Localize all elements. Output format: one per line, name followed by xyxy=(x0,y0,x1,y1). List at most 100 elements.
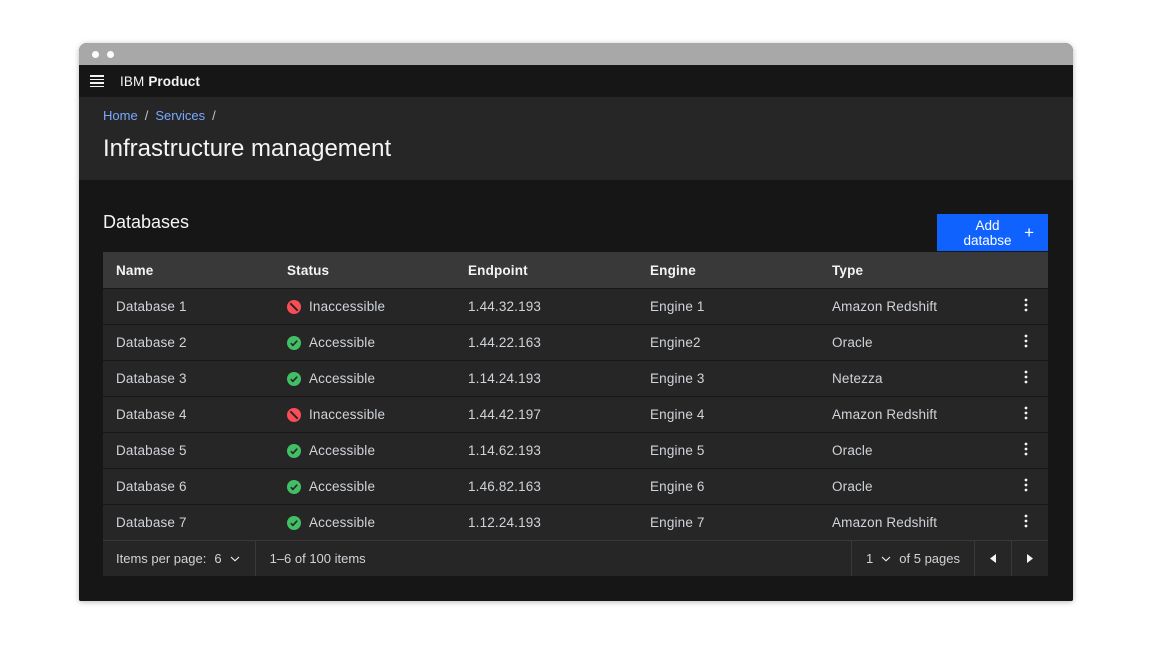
table-row: Database 1Inaccessible1.44.32.193Engine … xyxy=(103,288,1048,324)
cell-engine: Engine2 xyxy=(637,335,819,350)
databases-table: NameStatusEndpointEngineType Database 1I… xyxy=(103,252,1048,540)
section-title: Databases xyxy=(103,200,189,233)
page-number-value: 1 xyxy=(866,551,873,566)
status-label: Accessible xyxy=(309,479,375,494)
browser-window: IBMProduct Home/Services/ Infrastructure… xyxy=(79,43,1073,601)
pagination-spacer xyxy=(366,541,851,576)
window-control-dot xyxy=(92,51,99,58)
cell-name: Database 2 xyxy=(103,335,274,350)
cell-status: Accessible xyxy=(274,443,455,458)
table-row: Database 5Accessible1.14.62.193Engine 5O… xyxy=(103,432,1048,468)
overflow-menu-vertical-icon xyxy=(1024,514,1028,531)
row-overflow-menu-button[interactable] xyxy=(1012,509,1040,537)
overflow-menu-vertical-icon xyxy=(1024,478,1028,495)
section-header: Databases Add databse + xyxy=(103,180,1048,252)
column-header-endpoint: Endpoint xyxy=(455,263,637,278)
overflow-menu-vertical-icon xyxy=(1024,406,1028,423)
overflow-menu-vertical-icon xyxy=(1024,298,1028,315)
cell-endpoint: 1.44.22.163 xyxy=(455,335,637,350)
cell-status: Inaccessible xyxy=(274,407,455,422)
caret-right-icon xyxy=(1027,554,1033,563)
page-number-select[interactable]: 1 of 5 pages xyxy=(851,541,974,576)
cell-status: Inaccessible xyxy=(274,299,455,314)
items-per-page-select[interactable]: Items per page: 6 xyxy=(103,541,256,576)
cell-type: Amazon Redshift xyxy=(819,299,1004,314)
breadcrumb-link-services[interactable]: Services xyxy=(155,108,205,124)
chevron-down-icon xyxy=(230,556,240,562)
window-titlebar xyxy=(79,43,1073,65)
cell-endpoint: 1.14.24.193 xyxy=(455,371,637,386)
row-overflow-menu-button[interactable] xyxy=(1012,293,1040,321)
header-prefix: IBM xyxy=(120,74,144,89)
previous-page-button[interactable] xyxy=(974,541,1011,576)
checkmark-filled-icon xyxy=(287,480,301,494)
cell-type: Oracle xyxy=(819,335,1004,350)
table-header-row: NameStatusEndpointEngineType xyxy=(103,252,1048,288)
row-overflow-menu-button[interactable] xyxy=(1012,437,1040,465)
cell-engine: Engine 1 xyxy=(637,299,819,314)
column-header-engine: Engine xyxy=(637,263,819,278)
cell-name: Database 4 xyxy=(103,407,274,422)
table-row: Database 7 Accessible 1.12.24.193Engine 7A… xyxy=(103,504,1048,540)
overflow-menu-vertical-icon xyxy=(1024,442,1028,459)
overflow-menu-vertical-icon xyxy=(1024,334,1028,351)
checkmark-filled-icon xyxy=(287,516,301,530)
cell-status: Accessible xyxy=(274,479,455,494)
cell-engine: Engine 7 xyxy=(637,515,819,530)
status-label: Inaccessible xyxy=(309,299,385,314)
items-per-page-value: 6 xyxy=(214,551,221,566)
header-product: Product xyxy=(148,74,200,89)
window-control-dot xyxy=(107,51,114,58)
row-overflow-menu-button[interactable] xyxy=(1012,401,1040,429)
status-label: Accessible xyxy=(309,515,375,530)
column-header-name: Name xyxy=(103,263,274,278)
table-row: Database 6 Accessible 1.46.82.163Engine 6O… xyxy=(103,468,1048,504)
cell-endpoint: 1.12.24.193 xyxy=(455,515,637,530)
cell-name: Database 5 xyxy=(103,443,274,458)
checkmark-filled-icon xyxy=(287,444,301,458)
not-allowed-icon xyxy=(287,300,301,314)
page-header-band: Home/Services/ Infrastructure management xyxy=(79,97,1073,180)
breadcrumb: Home/Services/ xyxy=(103,108,1049,124)
cell-type: Oracle xyxy=(819,479,1004,494)
app-header: IBM Product xyxy=(79,65,1073,97)
cell-endpoint: 1.46.82.163 xyxy=(455,479,637,494)
table-row: Database 3Accessible1.14.24.193Engine 3N… xyxy=(103,360,1048,396)
cell-endpoint: 1.14.62.193 xyxy=(455,443,637,458)
next-page-button[interactable] xyxy=(1011,541,1048,576)
add-icon: + xyxy=(1024,224,1034,241)
row-overflow-menu-button[interactable] xyxy=(1012,329,1040,357)
add-database-button-label: Add databse xyxy=(951,218,1024,248)
breadcrumb-link-home[interactable]: Home xyxy=(103,108,138,124)
cell-engine: Engine 5 xyxy=(637,443,819,458)
add-database-button[interactable]: Add databse + xyxy=(937,214,1048,251)
cell-status: Accessible xyxy=(274,335,455,350)
not-allowed-icon xyxy=(287,408,301,422)
cell-endpoint: 1.44.32.193 xyxy=(455,299,637,314)
cell-type: Amazon Redshift xyxy=(819,515,1004,530)
app-header-name: IBM Product xyxy=(120,74,200,89)
hamburger-menu-button[interactable] xyxy=(83,65,111,97)
cell-name: Database 7 xyxy=(103,515,274,530)
cell-type: Netezza xyxy=(819,371,1004,386)
row-overflow-menu-button[interactable] xyxy=(1012,473,1040,501)
pagination-range-label: 1–6 of 100 items xyxy=(256,541,366,576)
row-overflow-menu-button[interactable] xyxy=(1012,365,1040,393)
cell-status: Accessible xyxy=(274,515,455,530)
pages-total-label: of 5 pages xyxy=(899,551,960,566)
page-title: Infrastructure management xyxy=(103,135,1049,163)
overflow-menu-vertical-icon xyxy=(1024,370,1028,387)
table-row: Database 4Inaccessible1.44.42.197Engine … xyxy=(103,396,1048,432)
status-label: Accessible xyxy=(309,371,375,386)
cell-name: Database 6 xyxy=(103,479,274,494)
table-body: Database 1Inaccessible1.44.32.193Engine … xyxy=(103,288,1048,540)
cell-type: Amazon Redshift xyxy=(819,407,1004,422)
cell-name: Database 3 xyxy=(103,371,274,386)
status-label: Accessible xyxy=(309,335,375,350)
items-per-page-label: Items per page: xyxy=(116,551,206,566)
table-row: Database 2 Accessible 1.44.22.163Engine2Or… xyxy=(103,324,1048,360)
breadcrumb-separator: / xyxy=(145,108,149,124)
cell-engine: Engine 6 xyxy=(637,479,819,494)
caret-left-icon xyxy=(990,554,996,563)
pagination-bar: Items per page: 6 1–6 of 100 items 1 of … xyxy=(103,540,1048,576)
